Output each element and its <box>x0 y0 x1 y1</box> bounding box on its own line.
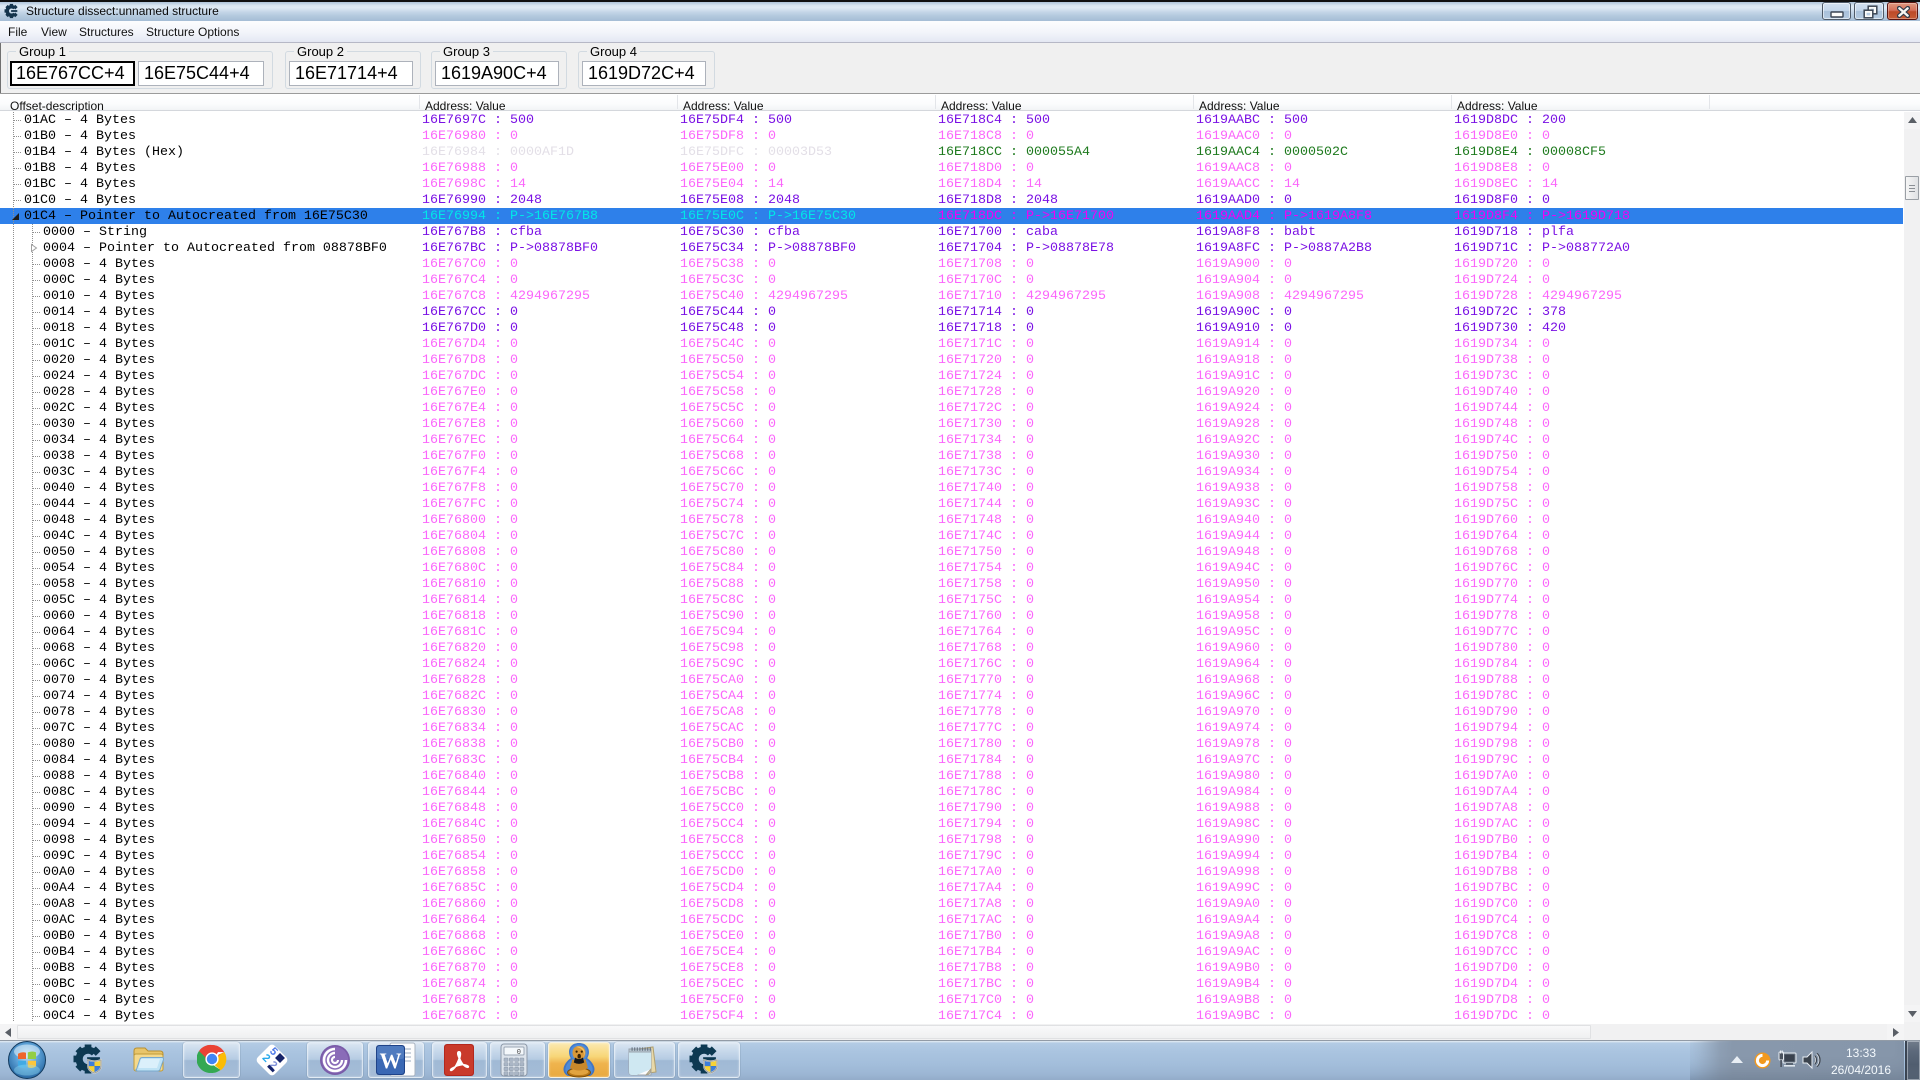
svg-text:W: W <box>380 1048 402 1073</box>
svg-text:0: 0 <box>517 1049 521 1057</box>
